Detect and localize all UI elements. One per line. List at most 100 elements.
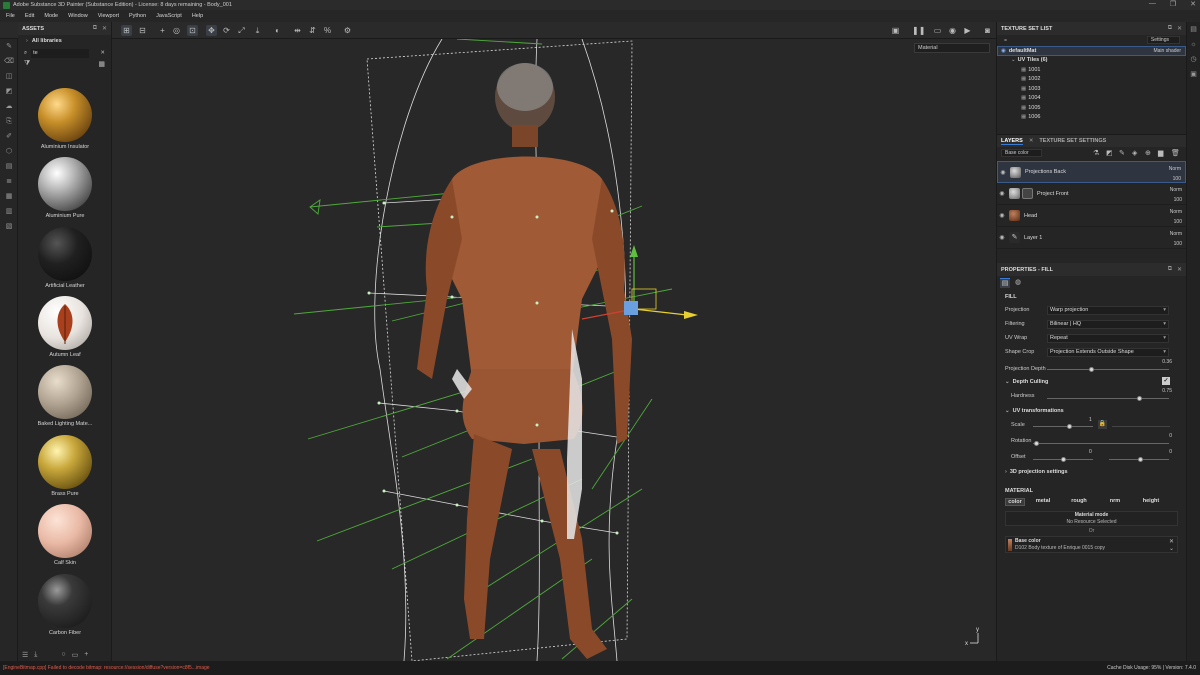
sphere-icon[interactable]: ◐: [272, 25, 283, 36]
lock-icon[interactable]: 🔒: [1098, 420, 1107, 429]
menu-window[interactable]: Window: [68, 13, 88, 19]
close-button[interactable]: ✕: [1190, 0, 1196, 8]
float-icon[interactable]: ⧉: [93, 25, 97, 32]
viewport-mode-dropdown[interactable]: Material: [914, 43, 990, 53]
folder-icon[interactable]: ▭: [72, 651, 79, 661]
layer-blend[interactable]: Norm 100: [1170, 185, 1182, 205]
loop-icon[interactable]: ○: [61, 651, 65, 661]
material-properties-icon[interactable]: ◍: [1015, 278, 1021, 286]
polygon-fill-icon[interactable]: ⬡: [0, 144, 18, 159]
hardness-slider-knob[interactable]: [1137, 396, 1142, 401]
projdepth-slider-track[interactable]: [1047, 369, 1169, 370]
asset-item[interactable]: Calf Skin: [18, 504, 112, 566]
minimize-button[interactable]: —: [1149, 0, 1156, 8]
channel-color-button[interactable]: color: [1005, 498, 1025, 506]
smudge-icon[interactable]: ☁: [0, 99, 18, 114]
layer-blend[interactable]: Norm 100: [1170, 207, 1182, 227]
layer-row[interactable]: ◉ Projections Back Norm 100: [997, 161, 1186, 183]
channel-metal-button[interactable]: metal: [1025, 498, 1061, 506]
hardness-slider-track[interactable]: [1047, 398, 1169, 399]
scale-slider-knob[interactable]: [1067, 424, 1072, 429]
depthculling-section[interactable]: ⌄ Depth Culling ✓: [997, 375, 1186, 388]
eye-icon[interactable]: ◉: [997, 234, 1007, 241]
uv-tile-row[interactable]: ▦ 1001: [997, 65, 1186, 75]
video-icon[interactable]: ▶: [962, 25, 973, 36]
texture-set-close-icon[interactable]: ✕: [1177, 25, 1182, 32]
log-icon[interactable]: ▥: [0, 204, 18, 219]
shader-settings-icon[interactable]: ▣: [1187, 67, 1200, 82]
3d-viewport[interactable]: y x Material: [112, 39, 996, 661]
clone-icon[interactable]: ⎘: [0, 114, 18, 129]
add-asset-icon[interactable]: +: [84, 651, 88, 661]
uvtrans-section[interactable]: ⌄ UV transformations: [997, 404, 1186, 417]
rotate-icon[interactable]: ⟳: [221, 25, 232, 36]
eraser-icon[interactable]: ⌫: [0, 54, 18, 69]
align-icon[interactable]: ⇵: [307, 25, 318, 36]
assets-panel-icon[interactable]: ▤: [0, 159, 18, 174]
menu-viewport[interactable]: Viewport: [98, 13, 119, 19]
camera-icon[interactable]: ◎: [171, 25, 182, 36]
depthculling-checkbox[interactable]: ✓: [1162, 377, 1170, 385]
uv-tile-row[interactable]: ▦ 1003: [997, 84, 1186, 94]
scale-v-slider-track[interactable]: [1112, 426, 1170, 427]
display-settings-icon[interactable]: ☼: [1187, 37, 1200, 52]
projdepth-slider-knob[interactable]: [1089, 367, 1094, 372]
eye-icon[interactable]: ◉: [998, 169, 1008, 176]
asset-item[interactable]: Autumn Leaf: [18, 296, 112, 358]
search-input[interactable]: te: [31, 48, 90, 58]
assets-close-icon[interactable]: ✕: [102, 25, 107, 32]
offset-u-slider-knob[interactable]: [1061, 457, 1066, 462]
projection-dropdown[interactable]: Warp projection: [1047, 305, 1169, 315]
menu-mode[interactable]: Mode: [44, 13, 58, 19]
shapecrop-dropdown[interactable]: Projection Extends Outside Shape: [1047, 347, 1169, 357]
uv-tile-row[interactable]: ▦ 1004: [997, 94, 1186, 104]
snap-icon[interactable]: ⊟: [137, 25, 148, 36]
paint-brush-icon[interactable]: ✎: [0, 39, 18, 54]
uvwrap-dropdown[interactable]: Repeat: [1047, 333, 1169, 343]
scale-icon[interactable]: ⤢: [236, 25, 247, 36]
layer-row[interactable]: ◉ Project Front Norm 100: [997, 183, 1186, 205]
symmetry-icon[interactable]: ⊞: [121, 25, 132, 36]
channel-rough-button[interactable]: rough: [1061, 498, 1097, 506]
proj3d-section[interactable]: › 3D projection settings: [997, 465, 1186, 478]
layer-blend[interactable]: Norm 100: [1169, 164, 1181, 184]
settings-icon[interactable]: ⚙: [342, 25, 353, 36]
asset-item[interactable]: Aluminium Pure: [18, 157, 112, 219]
material-mode-box[interactable]: Material mode No Resource Selected: [1005, 511, 1178, 526]
layer-row[interactable]: ◉ Head Norm 100: [997, 205, 1186, 227]
uv-tile-row[interactable]: ▦ 1006: [997, 113, 1186, 123]
menu-javascript[interactable]: JavaScript: [156, 13, 182, 19]
folder-icon[interactable]: ▆: [1158, 149, 1163, 157]
display-icon[interactable]: ▦: [0, 189, 18, 204]
tab-close-icon[interactable]: ✕: [1029, 138, 1034, 144]
remove-texture-icon[interactable]: ✕: [1169, 538, 1174, 545]
channel-height-button[interactable]: height: [1133, 498, 1169, 506]
link-icon[interactable]: ⚭: [1003, 37, 1008, 44]
scale-slider-track[interactable]: [1033, 426, 1093, 427]
maximize-button[interactable]: ❐: [1170, 0, 1176, 8]
rotation-slider-knob[interactable]: [1034, 441, 1039, 446]
eye-icon[interactable]: ◉: [997, 212, 1007, 219]
pause-icon[interactable]: ❚❚: [912, 25, 925, 36]
filtering-dropdown[interactable]: Bilinear | HQ: [1047, 319, 1169, 329]
geometry-fill-icon[interactable]: ◩: [0, 84, 18, 99]
rotation-slider-track[interactable]: [1033, 443, 1169, 444]
eye-icon[interactable]: ◉: [1001, 48, 1006, 54]
add-icon[interactable]: +: [157, 25, 168, 36]
mask-icon[interactable]: ◩: [1106, 149, 1113, 157]
picker-icon[interactable]: ✐: [0, 129, 18, 144]
uv-tile-row[interactable]: ▦ 1005: [997, 103, 1186, 113]
shelf-icon[interactable]: ≣: [0, 174, 18, 189]
float-icon[interactable]: ⧉: [1168, 266, 1172, 273]
properties-close-icon[interactable]: ✕: [1177, 266, 1182, 273]
gizmo-icon[interactable]: ⊡: [187, 25, 198, 36]
menu-python[interactable]: Python: [129, 13, 146, 19]
channel-nrm-button[interactable]: nrm: [1097, 498, 1133, 506]
fill-layer-icon[interactable]: ◈: [1132, 149, 1137, 157]
grid-view-icon[interactable]: ▦: [98, 60, 105, 68]
eye-icon[interactable]: ◉: [997, 190, 1007, 197]
filter-icon[interactable]: ⧩: [24, 60, 30, 68]
list-view-icon[interactable]: ☰: [22, 651, 28, 661]
float-icon[interactable]: ⧉: [1168, 25, 1172, 32]
asset-item[interactable]: Carbon Fiber: [18, 574, 112, 636]
